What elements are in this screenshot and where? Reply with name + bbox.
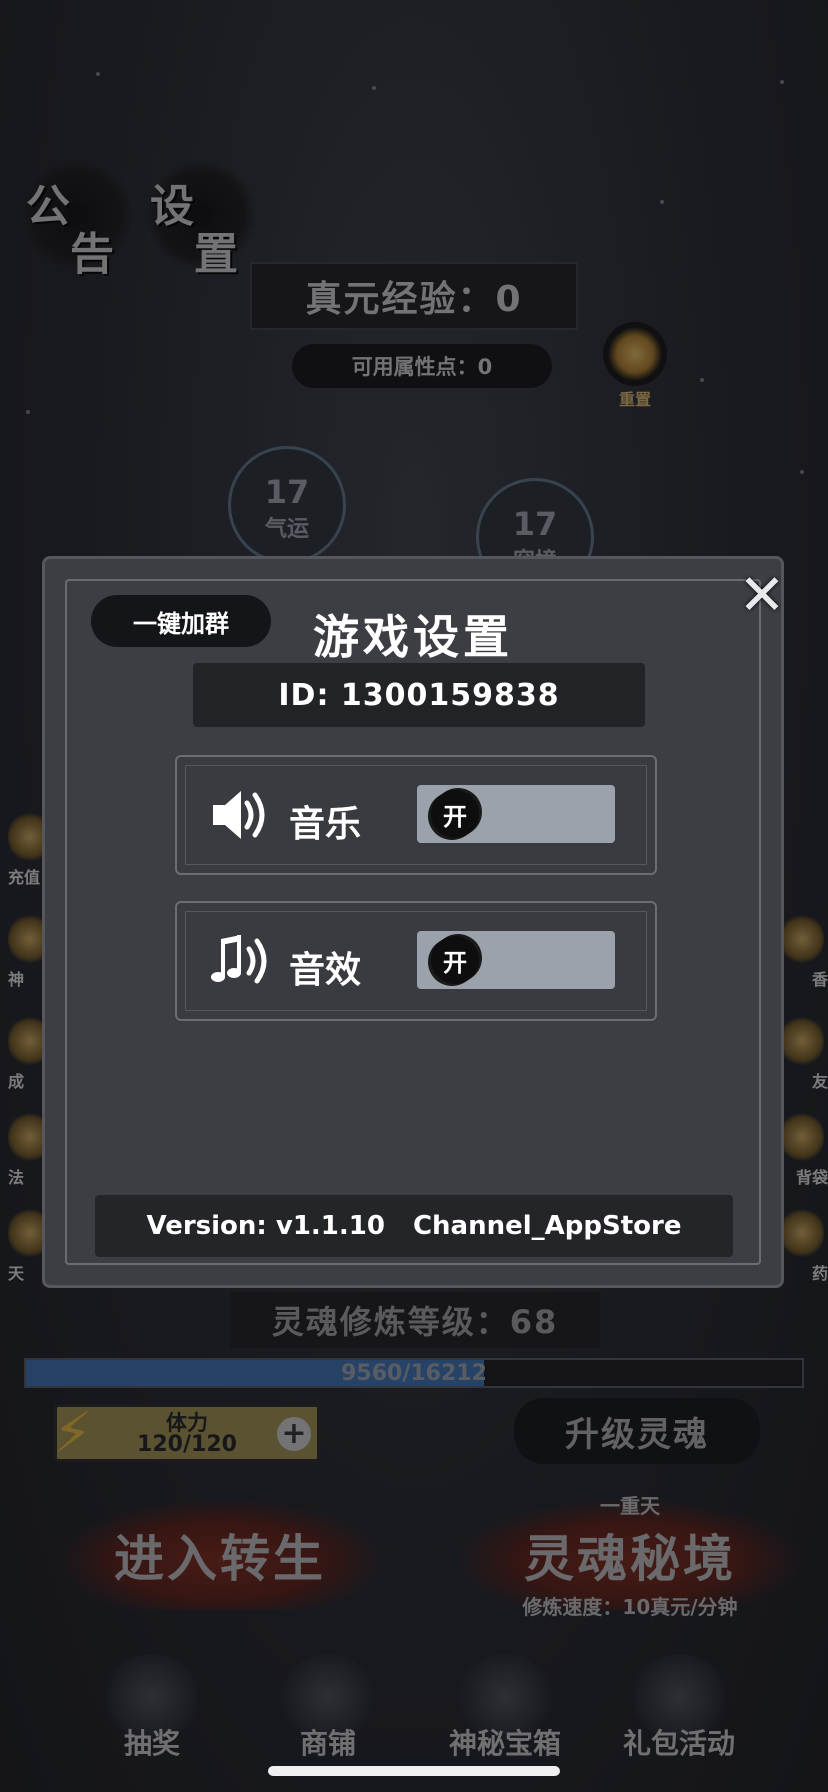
- music-note-icon: [211, 931, 273, 991]
- settings-modal: 一键加群 游戏设置 ✕ ID: 1300159838 音乐 开 音效 开 Ver…: [42, 556, 785, 1288]
- speaker-icon: [211, 785, 273, 845]
- music-toggle-knob: 开: [431, 790, 479, 838]
- version-text: Version: v1.1.10: [146, 1211, 385, 1241]
- modal-title: 游戏设置: [313, 610, 513, 664]
- sfx-toggle[interactable]: 开: [417, 931, 615, 989]
- home-indicator[interactable]: [268, 1766, 560, 1776]
- music-label: 音乐: [289, 804, 362, 845]
- sfx-toggle-knob: 开: [431, 936, 479, 984]
- music-setting-row: 音乐 开: [175, 755, 657, 875]
- channel-text: Channel_AppStore: [412, 1211, 682, 1241]
- sfx-label: 音效: [289, 950, 362, 991]
- sfx-setting-row: 音效 开: [175, 901, 657, 1021]
- music-toggle[interactable]: 开: [417, 785, 615, 843]
- version-bar: Version: v1.1.10 Channel_AppStore: [95, 1195, 733, 1257]
- close-icon[interactable]: ✕: [733, 567, 791, 625]
- player-id: ID: 1300159838: [193, 663, 645, 727]
